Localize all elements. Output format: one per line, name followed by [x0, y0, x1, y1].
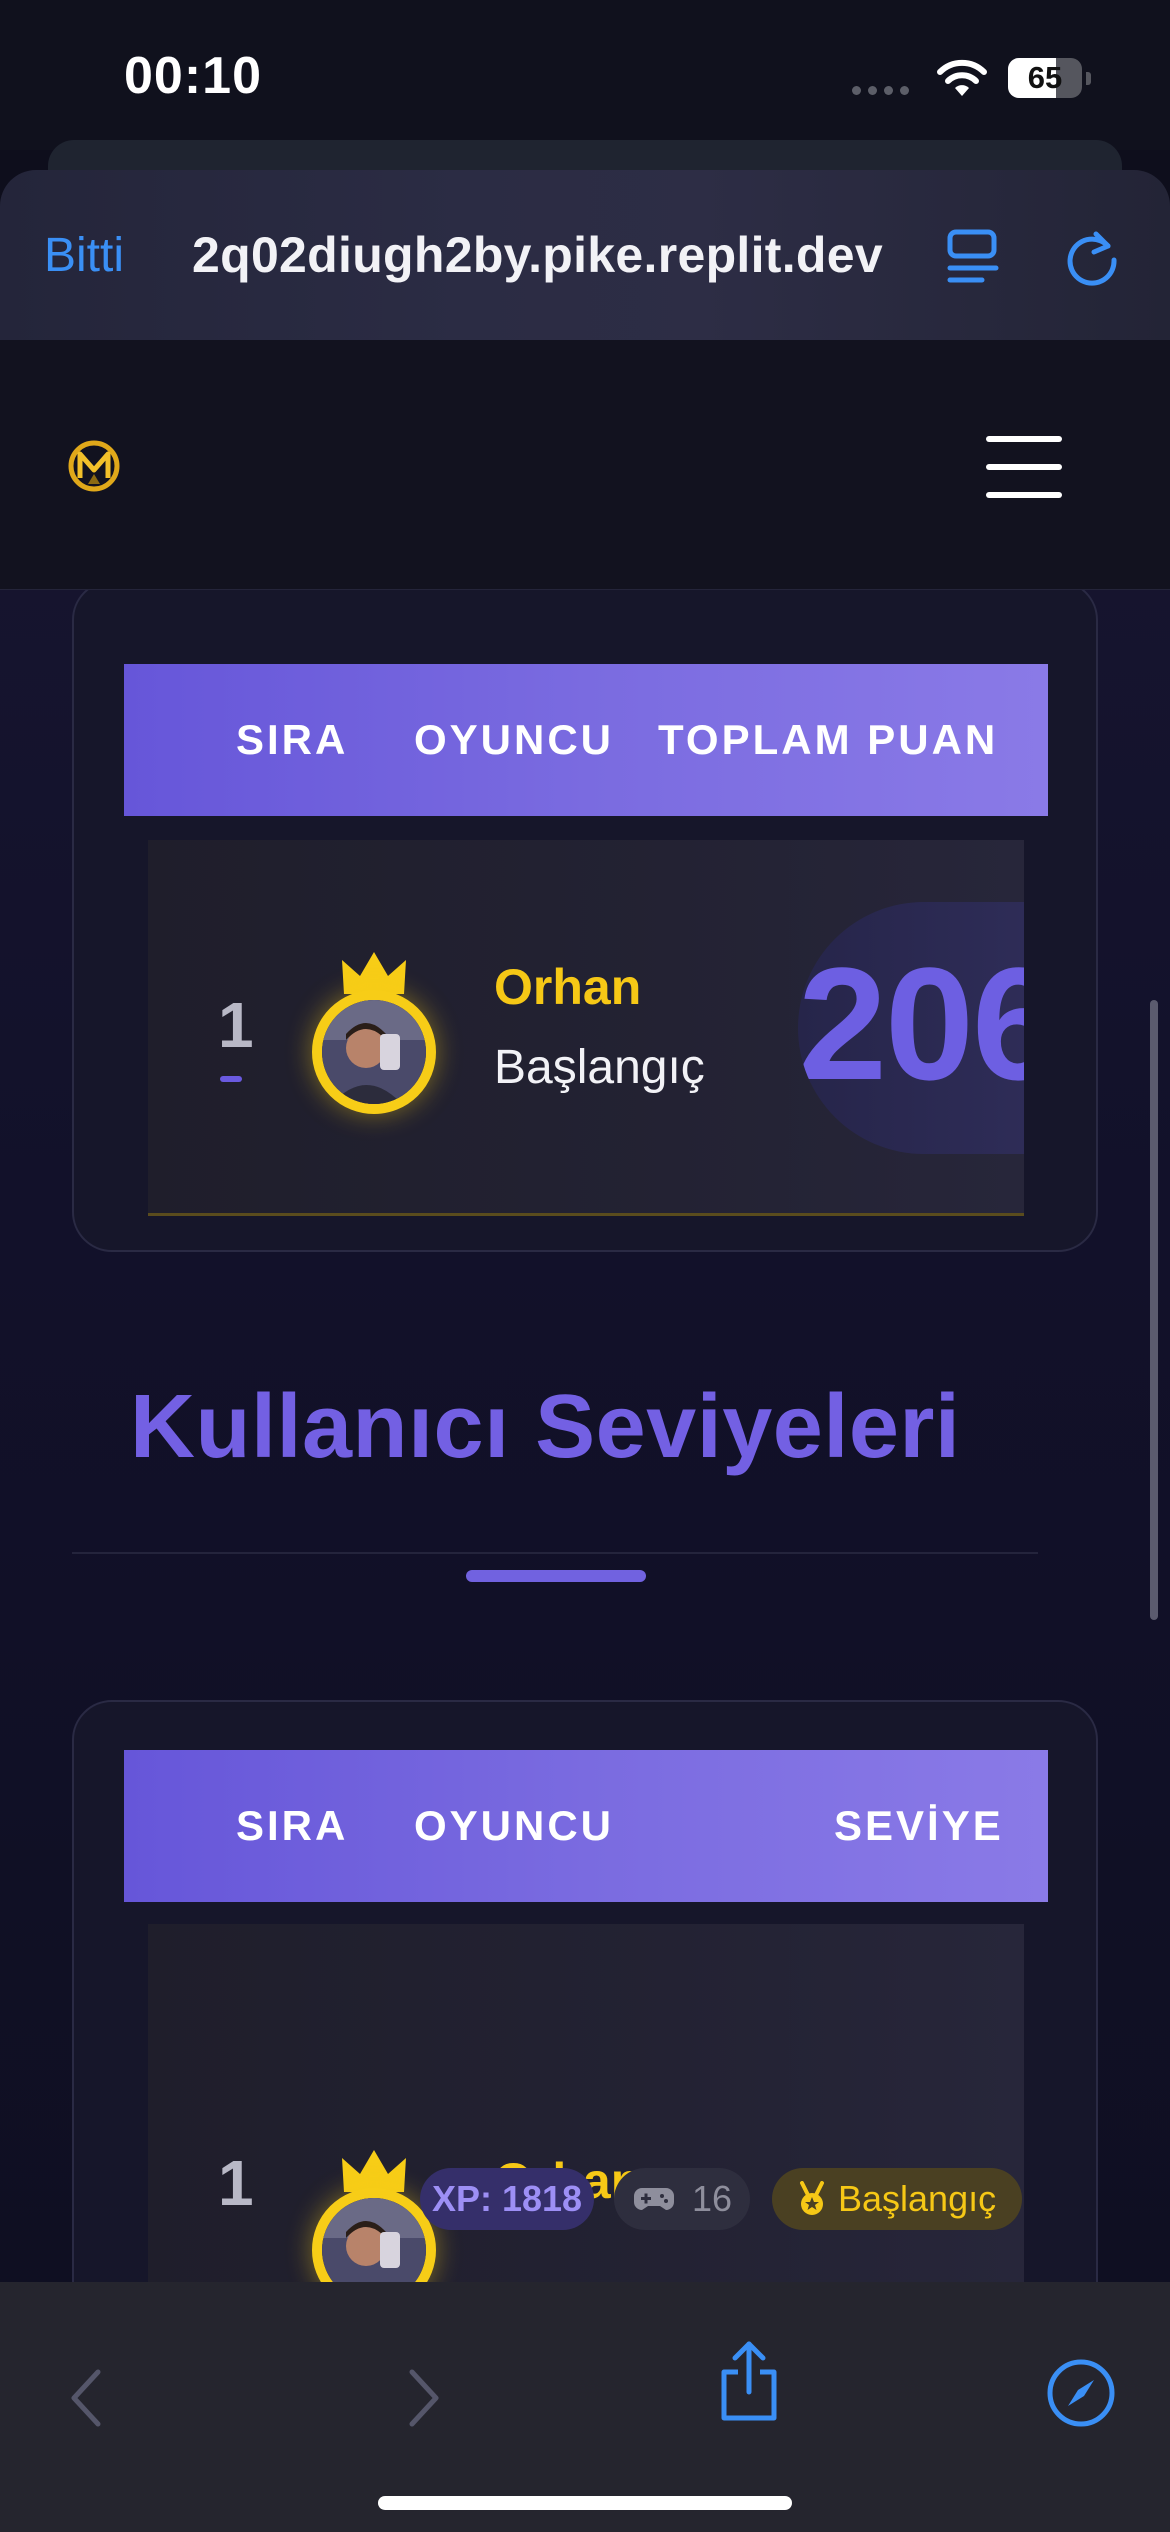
player-level: Başlangıç: [494, 1041, 705, 1094]
levels-table-header: SIRA OYUNCU SEVİYE: [124, 1750, 1048, 1902]
points-table-header: SIRA OYUNCU TOPLAM PUAN: [124, 664, 1048, 816]
avatar-photo: [322, 1000, 426, 1104]
battery-icon: 65: [1008, 58, 1091, 98]
url-field[interactable]: 2q02diugh2by.pike.replit.dev: [192, 226, 883, 284]
section-title: Kullanıcı Seviyeleri: [130, 1377, 961, 1477]
compass-icon[interactable]: [1046, 2358, 1116, 2428]
rank-underline: [220, 1076, 242, 1082]
page-scrollbar[interactable]: [1150, 1000, 1158, 1620]
gamepad-icon: [634, 2188, 674, 2210]
avatar: [312, 950, 436, 1114]
forward-icon[interactable]: [402, 2366, 446, 2430]
column-header-player: OYUNCU: [414, 716, 615, 763]
level-badge: Başlangıç: [772, 2168, 1022, 2230]
total-points: 206: [798, 934, 1024, 1113]
rank-number: 1: [218, 989, 254, 1061]
column-header-level: SEVİYE: [834, 1802, 1004, 1849]
games-played-count: 16: [692, 2178, 733, 2219]
xp-badge: XP: 1818: [420, 2168, 594, 2230]
games-played-badge: 16: [614, 2168, 750, 2230]
player-name[interactable]: Orhan: [494, 958, 641, 1016]
status-bar: 00:10 65: [0, 0, 1170, 150]
avatar-photo: [322, 2198, 426, 2282]
column-header-total-points: TOPLAM PUAN: [658, 716, 999, 763]
column-header-rank: SIRA: [236, 1802, 349, 1849]
status-time: 00:10: [124, 47, 262, 105]
m-logo-icon[interactable]: [66, 438, 122, 494]
done-button[interactable]: Bitti: [44, 228, 124, 283]
home-indicator[interactable]: [378, 2496, 792, 2510]
level-badge-label: Başlangıç: [838, 2178, 997, 2219]
rank-number: 1: [218, 2147, 254, 2219]
avatar: [312, 2148, 436, 2282]
reload-icon[interactable]: [1060, 224, 1124, 288]
web-page: SIRA OYUNCU TOPLAM PUAN 1 Orhan Başlangı…: [0, 340, 1170, 2282]
battery-percent: 65: [1027, 60, 1063, 95]
browser-address-bar: Bitti 2q02diugh2by.pike.replit.dev: [0, 170, 1170, 340]
points-leaderboard-card: SIRA OYUNCU TOPLAM PUAN 1 Orhan Başlangı…: [72, 580, 1098, 1252]
section-accent-bar: [466, 1570, 646, 1582]
browser-bottom-toolbar: [0, 2282, 1170, 2532]
column-header-player: OYUNCU: [414, 1802, 615, 1849]
table-row[interactable]: 1 Orhan Başlangıç 20: [148, 840, 1024, 1216]
site-navbar: [0, 340, 1170, 590]
column-header-rank: SIRA: [236, 716, 349, 763]
reader-view-icon[interactable]: [946, 226, 1002, 286]
back-icon[interactable]: [64, 2366, 108, 2430]
hamburger-menu-icon[interactable]: [986, 436, 1062, 498]
section-divider: [72, 1552, 1038, 1554]
share-icon[interactable]: [716, 2338, 782, 2424]
medal-icon: [800, 2181, 824, 2215]
score-bubble: 206: [798, 902, 1024, 1154]
wifi-icon: [937, 59, 987, 96]
cellular-signal-icon: [852, 86, 909, 95]
